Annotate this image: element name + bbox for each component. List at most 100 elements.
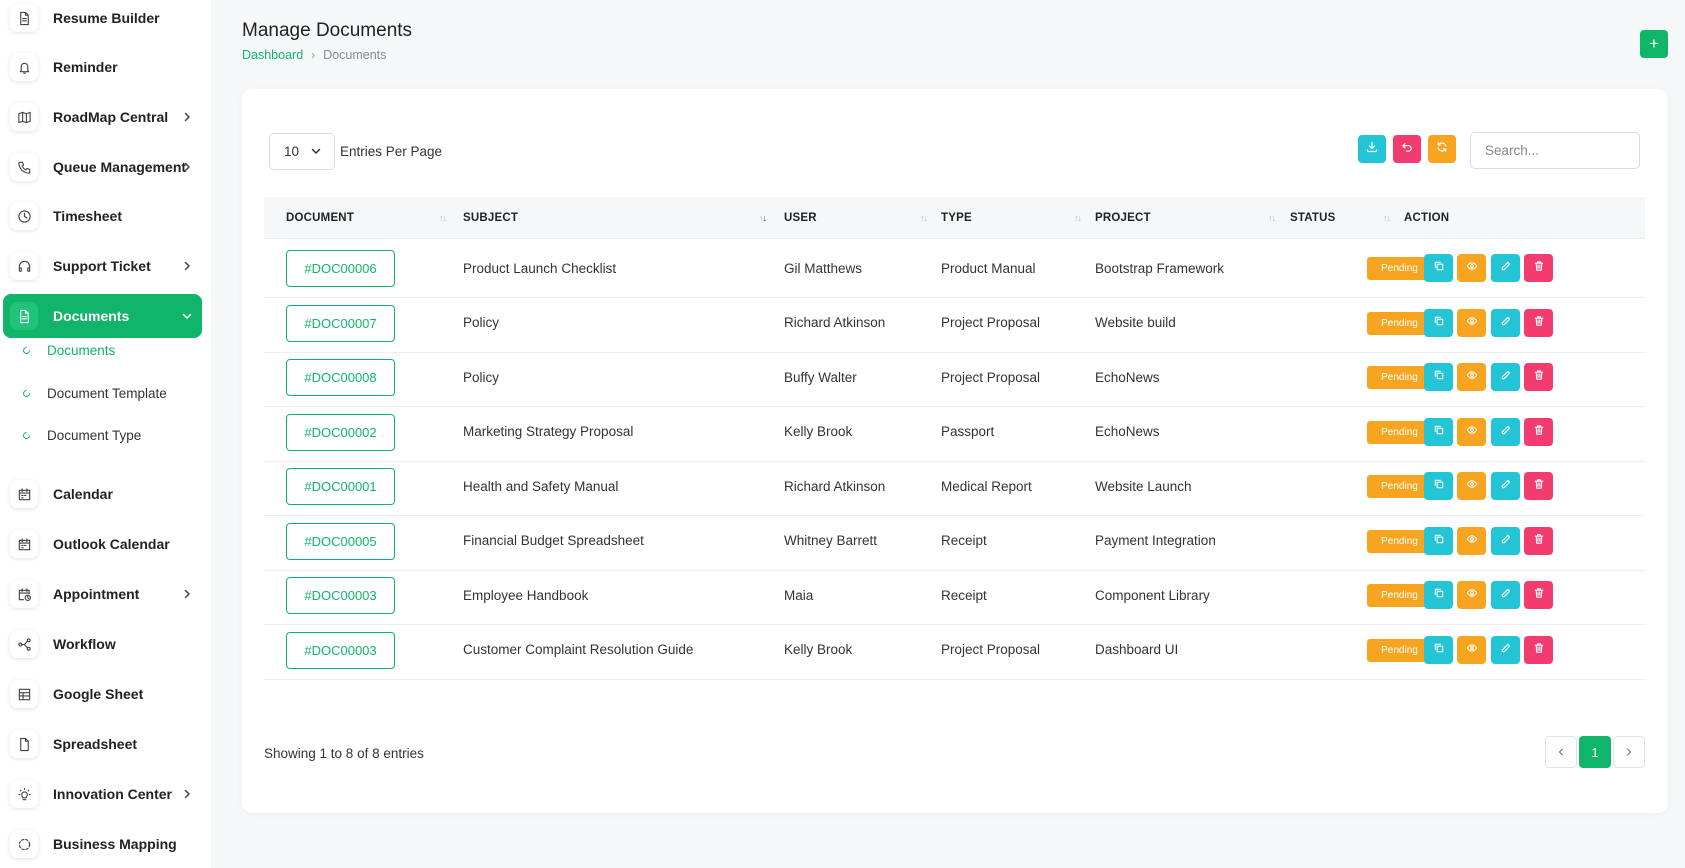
workflow-icon (10, 630, 38, 658)
refresh-button[interactable] (1428, 135, 1456, 163)
view-button[interactable] (1457, 526, 1486, 555)
column-header-status[interactable]: STATUS (1290, 197, 1336, 239)
entries-label: Entries Per Page (340, 144, 443, 159)
entries-value: 10 (284, 144, 300, 159)
column-header-user[interactable]: USER (784, 197, 817, 239)
sidebar-item-label: Reminder (53, 59, 118, 75)
cell-type: Passport (941, 424, 995, 439)
sidebar-item-reminder[interactable]: Reminder (0, 45, 211, 89)
sidebar-item-appointment[interactable]: Appointment (0, 572, 211, 616)
edit-button[interactable] (1491, 635, 1520, 664)
copy-button[interactable] (1424, 635, 1453, 664)
status-badge: Pending (1367, 529, 1432, 553)
column-header-action[interactable]: ACTION (1404, 197, 1449, 239)
sort-icon[interactable]: ↑↓ (1268, 197, 1276, 239)
download-button[interactable] (1358, 135, 1386, 163)
cell-user: Maia (784, 587, 814, 603)
cell-subject: Health and Safety Manual (463, 478, 619, 494)
sort-icon[interactable]: ↑↓ (439, 197, 447, 239)
view-button[interactable] (1457, 417, 1486, 446)
sidebar-item-calendar[interactable]: Calendar (0, 472, 211, 516)
copy-button[interactable] (1424, 581, 1453, 609)
sidebar-item-resume-builder[interactable]: Resume Builder (0, 0, 211, 40)
sidebar-subitem-documents[interactable]: Documents (0, 338, 211, 362)
view-button[interactable] (1457, 254, 1486, 282)
document-id-button[interactable]: #DOC00003 (286, 577, 395, 614)
delete-button[interactable] (1524, 472, 1553, 500)
sidebar-item-innovation-center[interactable]: Innovation Center (0, 772, 211, 816)
search-input[interactable] (1470, 132, 1640, 169)
sort-icon[interactable]: ↑↓ (1074, 197, 1082, 239)
page-1-button[interactable]: 1 (1579, 736, 1611, 768)
document-id-button[interactable]: #DOC00005 (286, 522, 395, 560)
view-button[interactable] (1457, 635, 1486, 664)
breadcrumb-dashboard-link[interactable]: Dashboard (242, 48, 303, 62)
delete-button[interactable] (1524, 308, 1553, 337)
delete-button[interactable] (1524, 417, 1553, 446)
column-header-project[interactable]: PROJECT (1095, 197, 1151, 239)
view-button[interactable] (1457, 472, 1486, 500)
column-header-document[interactable]: DOCUMENT (286, 197, 354, 239)
sidebar-subitem-document-type[interactable]: Document Type (0, 423, 211, 447)
edit-button[interactable] (1491, 472, 1520, 500)
sidebar-item-documents[interactable]: Documents (3, 294, 202, 338)
document-id-button[interactable]: #DOC00006 (286, 250, 395, 287)
column-header-subject[interactable]: SUBJECT (463, 197, 518, 239)
status-badge: Pending (1367, 475, 1432, 498)
status-badge: Pending (1367, 584, 1432, 607)
bell-icon (10, 53, 38, 81)
copy-button[interactable] (1424, 254, 1453, 282)
sidebar-item-queue-management[interactable]: Queue Management (0, 145, 211, 189)
table-icon (10, 680, 38, 708)
column-header-type[interactable]: TYPE (941, 197, 972, 239)
delete-button[interactable] (1524, 363, 1553, 391)
entries-select[interactable]: 10 (269, 133, 335, 170)
sort-icon[interactable]: ↑↓ (920, 197, 928, 239)
add-document-button[interactable]: + (1640, 30, 1668, 58)
sidebar-item-google-sheet[interactable]: Google Sheet (0, 672, 211, 716)
sort-icon[interactable]: ↑↓ (759, 197, 767, 239)
pencil-icon (1500, 532, 1512, 550)
prev-page-button[interactable] (1545, 736, 1577, 768)
view-button[interactable] (1457, 308, 1486, 337)
delete-button[interactable] (1524, 581, 1553, 609)
table-row: #DOC00002 Marketing Strategy Proposal Kell… (264, 403, 1645, 462)
edit-button[interactable] (1491, 526, 1520, 555)
headset-icon (10, 252, 38, 280)
copy-button[interactable] (1424, 472, 1453, 500)
chevron-right-icon: › (311, 48, 316, 62)
document-id-button[interactable]: #DOC00003 (286, 631, 395, 669)
copy-button[interactable] (1424, 308, 1453, 337)
view-button[interactable] (1457, 581, 1486, 609)
table-row: #DOC00005 Financial Budget Spreadsheet Whi… (264, 512, 1645, 571)
breadcrumb-current: Documents (323, 48, 387, 62)
edit-button[interactable] (1491, 254, 1520, 282)
document-id-button[interactable]: #DOC00007 (286, 304, 395, 342)
delete-button[interactable] (1524, 635, 1553, 664)
next-page-button[interactable] (1613, 736, 1645, 768)
sidebar-item-spreadsheet[interactable]: Spreadsheet (0, 722, 211, 766)
sidebar-item-roadmap-central[interactable]: RoadMap Central (0, 95, 211, 139)
reset-button[interactable] (1393, 135, 1421, 163)
delete-button[interactable] (1524, 526, 1553, 555)
pencil-icon (1500, 423, 1512, 441)
edit-button[interactable] (1491, 308, 1520, 337)
edit-button[interactable] (1491, 581, 1520, 609)
edit-button[interactable] (1491, 417, 1520, 446)
document-id-button[interactable]: #DOC00002 (286, 413, 395, 451)
sidebar-item-support-ticket[interactable]: Support Ticket (0, 244, 211, 288)
sidebar-item-outlook-calendar[interactable]: Outlook Calendar (0, 522, 211, 566)
sidebar-item-timesheet[interactable]: Timesheet (0, 194, 211, 238)
document-id-button[interactable]: #DOC00001 (286, 468, 395, 505)
sidebar-subitem-document-template[interactable]: Document Template (0, 381, 211, 405)
document-id-button[interactable]: #DOC00008 (286, 359, 395, 396)
copy-button[interactable] (1424, 363, 1453, 391)
sidebar-item-workflow[interactable]: Workflow (0, 622, 211, 666)
view-button[interactable] (1457, 363, 1486, 391)
sidebar-item-business-mapping[interactable]: Business Mapping (0, 822, 211, 866)
copy-button[interactable] (1424, 526, 1453, 555)
edit-button[interactable] (1491, 363, 1520, 391)
sort-icon[interactable]: ↑↓ (1383, 197, 1391, 239)
delete-button[interactable] (1524, 254, 1553, 282)
copy-button[interactable] (1424, 417, 1453, 446)
